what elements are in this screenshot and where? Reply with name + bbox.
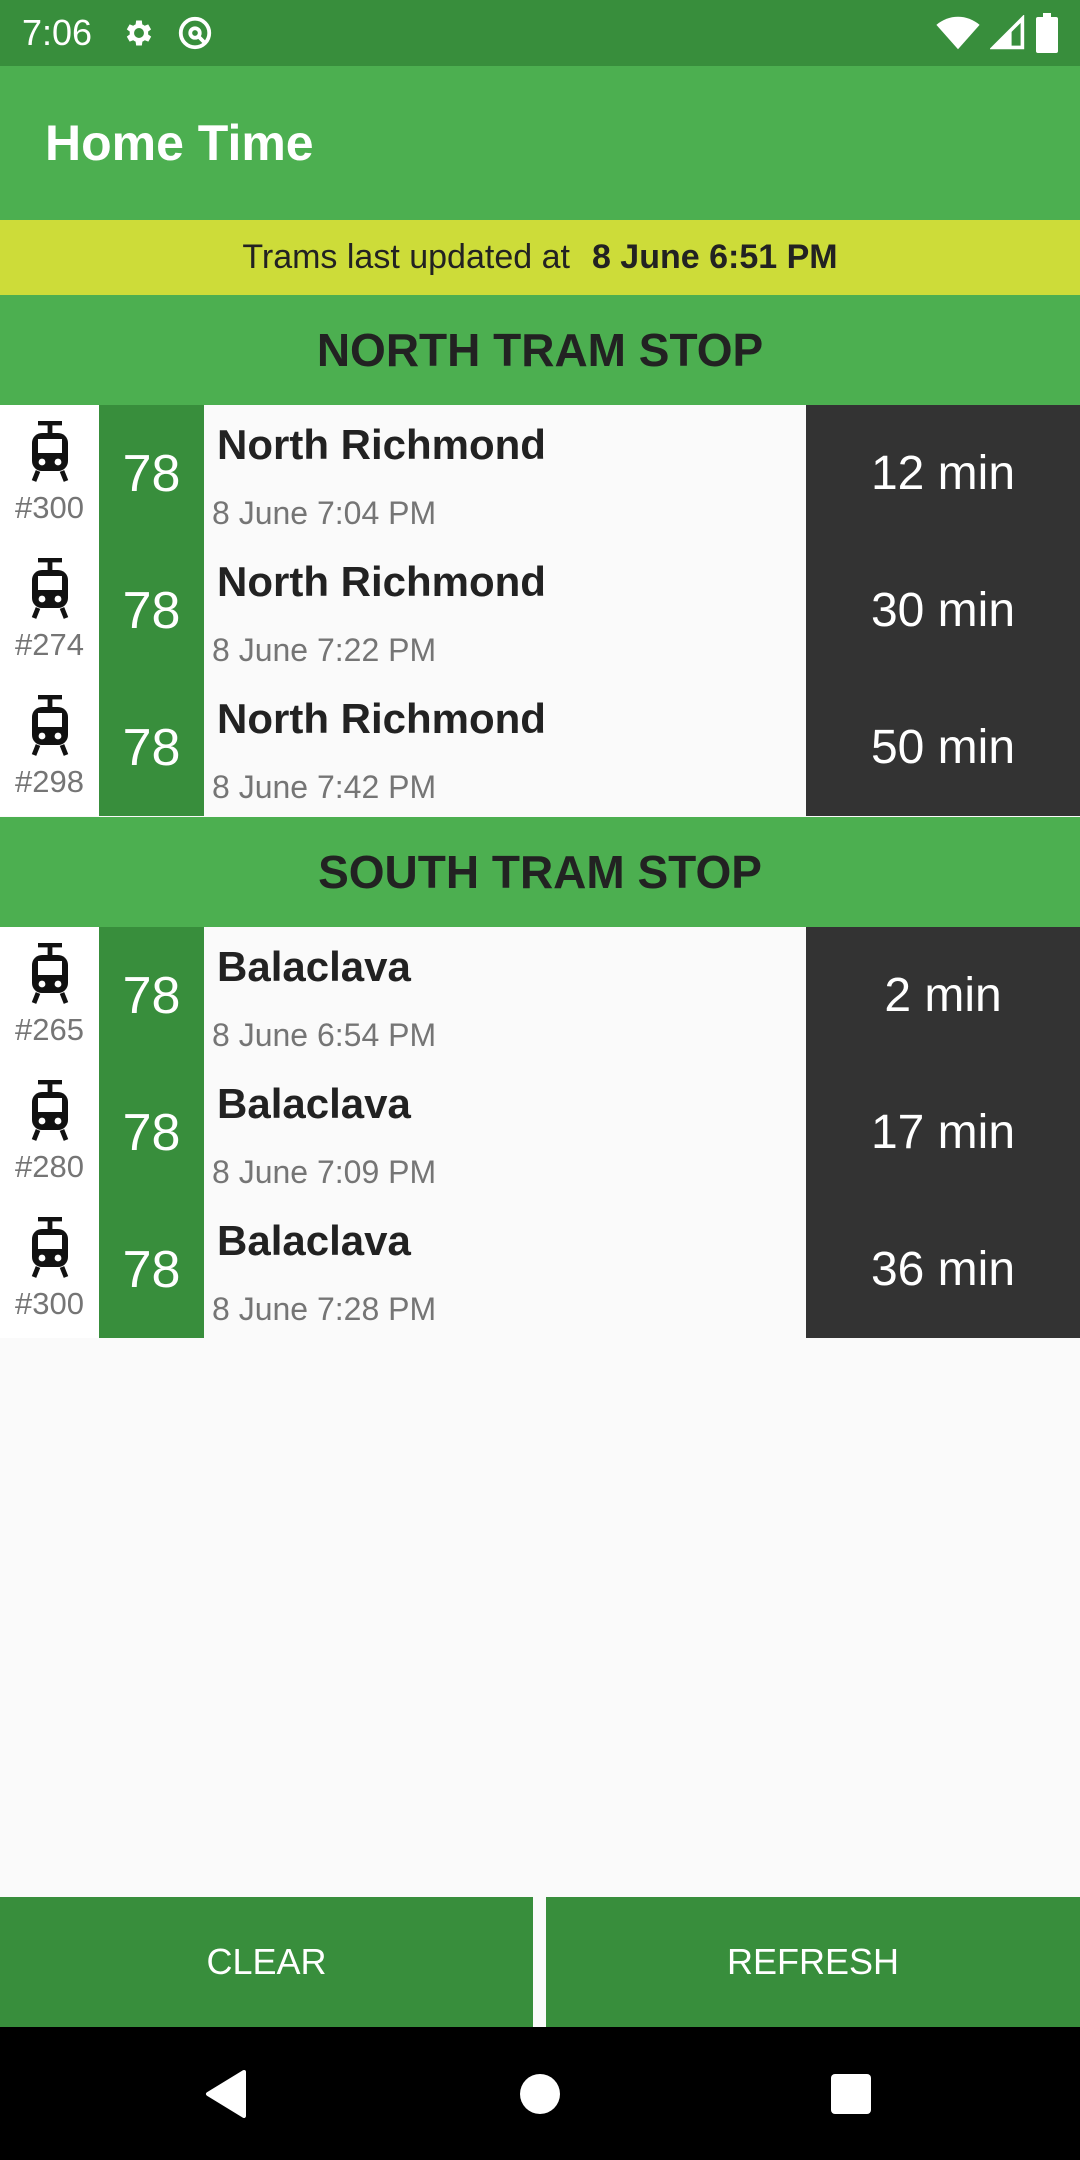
tram-number: #274 xyxy=(15,627,84,662)
tram-info: Balaclava 8 June 7:09 PM xyxy=(204,1064,806,1201)
battery-icon xyxy=(1036,13,1058,53)
tram-info: Balaclava 8 June 6:54 PM xyxy=(204,927,806,1064)
arrival-time: 8 June 7:28 PM xyxy=(212,1291,437,1327)
destination: Balaclava xyxy=(217,1080,411,1127)
eta: 2 min xyxy=(806,927,1080,1064)
tram-icon xyxy=(26,694,74,762)
home-icon[interactable] xyxy=(480,2027,600,2160)
destination: Balaclava xyxy=(217,943,411,990)
tram-icon-cell: #265 xyxy=(0,927,99,1064)
tram-info: North Richmond 8 June 7:22 PM xyxy=(204,542,806,679)
tram-number: #300 xyxy=(15,490,84,525)
route-number: 78 xyxy=(99,405,204,542)
at-sign-icon xyxy=(176,14,214,52)
status-time: 7:06 xyxy=(22,12,93,53)
tram-icon xyxy=(26,420,74,488)
tram-icon xyxy=(26,1216,74,1284)
tram-icon-cell: #274 xyxy=(0,542,99,679)
tram-number: #298 xyxy=(15,764,84,799)
last-updated-label: Trams last updated at xyxy=(242,238,570,276)
tram-number: #265 xyxy=(15,1012,84,1047)
tram-icon-cell: #300 xyxy=(0,1201,99,1338)
tram-icon xyxy=(26,557,74,625)
eta: 50 min xyxy=(806,679,1080,816)
clear-button[interactable]: CLEAR xyxy=(0,1897,533,2027)
eta: 36 min xyxy=(806,1201,1080,1338)
tram-number: #280 xyxy=(15,1149,84,1184)
tram-info: North Richmond 8 June 7:42 PM xyxy=(204,679,806,816)
tram-icon xyxy=(26,942,74,1010)
destination: North Richmond xyxy=(217,421,546,468)
signal-icon xyxy=(990,15,1026,51)
app-title: Home Time xyxy=(45,115,314,171)
route-number: 78 xyxy=(99,1201,204,1338)
south-stop-header: SOUTH TRAM STOP xyxy=(0,817,1080,927)
tram-row[interactable]: #265 78 Balaclava 8 June 6:54 PM 2 min xyxy=(0,927,1080,1064)
eta: 17 min xyxy=(806,1064,1080,1201)
tram-row[interactable]: #300 78 Balaclava 8 June 7:28 PM 36 min xyxy=(0,1201,1080,1338)
recents-icon[interactable] xyxy=(791,2027,911,2160)
eta: 12 min xyxy=(806,405,1080,542)
south-stop-title: SOUTH TRAM STOP xyxy=(318,846,762,898)
tram-icon-cell: #300 xyxy=(0,405,99,542)
route-number: 78 xyxy=(99,927,204,1064)
arrival-time: 8 June 7:09 PM xyxy=(212,1154,437,1190)
status-bar: 7:06 xyxy=(0,0,1080,66)
eta: 30 min xyxy=(806,542,1080,679)
back-icon[interactable] xyxy=(166,2027,286,2160)
north-stop-header: NORTH TRAM STOP xyxy=(0,295,1080,405)
tram-row[interactable]: #298 78 North Richmond 8 June 7:42 PM 50… xyxy=(0,679,1080,816)
route-number: 78 xyxy=(99,542,204,679)
arrival-time: 8 June 7:04 PM xyxy=(212,495,437,531)
tram-number: #300 xyxy=(15,1286,84,1321)
tram-row[interactable]: #280 78 Balaclava 8 June 7:09 PM 17 min xyxy=(0,1064,1080,1201)
destination: Balaclava xyxy=(217,1217,411,1264)
tram-icon-cell: #280 xyxy=(0,1064,99,1201)
route-number: 78 xyxy=(99,679,204,816)
tram-icon-cell: #298 xyxy=(0,679,99,816)
arrival-time: 8 June 6:54 PM xyxy=(212,1017,437,1053)
tram-info: North Richmond 8 June 7:04 PM xyxy=(204,405,806,542)
tram-row[interactable]: #300 78 North Richmond 8 June 7:04 PM 12… xyxy=(0,405,1080,542)
wifi-icon xyxy=(936,15,980,51)
arrival-time: 8 June 7:42 PM xyxy=(212,769,437,805)
last-updated-time: 8 June 6:51 PM xyxy=(591,238,838,276)
navigation-bar xyxy=(0,2027,1080,2160)
north-stop-title: NORTH TRAM STOP xyxy=(316,324,764,376)
refresh-button[interactable]: REFRESH xyxy=(546,1897,1080,2027)
gear-icon xyxy=(122,16,156,50)
last-updated-banner: Trams last updated at 8 June 6:51 PM xyxy=(0,220,1080,295)
destination: North Richmond xyxy=(217,558,546,605)
route-number: 78 xyxy=(99,1064,204,1201)
tram-icon xyxy=(26,1079,74,1147)
arrival-time: 8 June 7:22 PM xyxy=(212,632,437,668)
app-bar: Home Time xyxy=(0,66,1080,220)
destination: North Richmond xyxy=(217,695,546,742)
tram-info: Balaclava 8 June 7:28 PM xyxy=(204,1201,806,1338)
tram-row[interactable]: #274 78 North Richmond 8 June 7:22 PM 30… xyxy=(0,542,1080,679)
